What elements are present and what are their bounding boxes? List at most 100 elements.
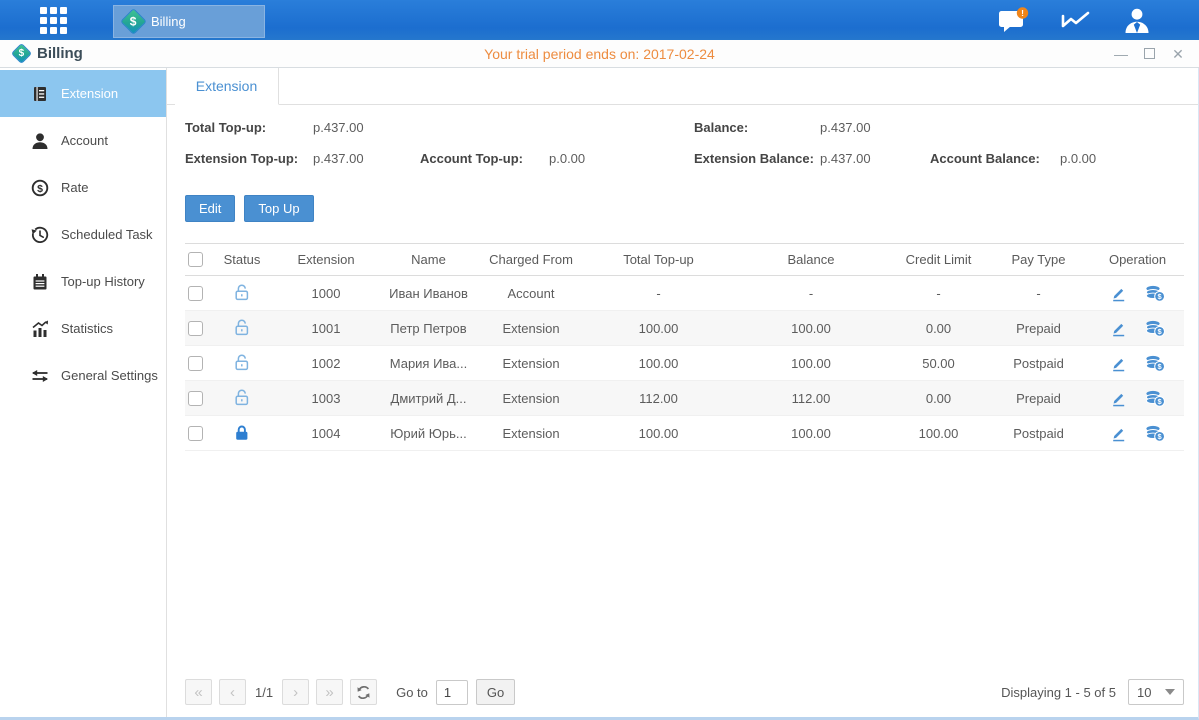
edit-row-button[interactable] — [1110, 390, 1127, 407]
total-topup-cell: 100.00 — [586, 321, 731, 336]
last-page-button[interactable]: » — [316, 679, 343, 705]
row-checkbox[interactable] — [188, 286, 203, 301]
sidebar-item-extension[interactable]: Extension — [0, 70, 166, 117]
user-account-icon[interactable] — [1123, 7, 1151, 34]
billing-title-diamond-icon: $ — [11, 43, 32, 64]
edit-row-button[interactable] — [1110, 320, 1127, 337]
tab-extension[interactable]: Extension — [175, 68, 279, 105]
billing-dollar-diamond-icon: $ — [120, 8, 147, 35]
history-clock-icon — [30, 225, 49, 244]
total-topup-label: Total Top-up: — [185, 120, 266, 135]
close-button[interactable]: ✕ — [1171, 47, 1185, 61]
sidebar-item-label: Top-up History — [61, 274, 145, 289]
charged-from-cell: Account — [476, 286, 586, 301]
row-checkbox[interactable] — [188, 356, 203, 371]
column-total-topup: Total Top-up — [586, 252, 731, 267]
extensions-table: Status Extension Name Charged From Total… — [185, 243, 1184, 451]
edit-button[interactable]: Edit — [185, 195, 235, 222]
billing-app-window: $ Billing ! — [0, 0, 1199, 720]
ledger-icon — [30, 84, 49, 103]
go-button[interactable]: Go — [476, 679, 515, 705]
maximize-button[interactable] — [1144, 48, 1155, 59]
first-page-button[interactable]: « — [185, 679, 212, 705]
table-row[interactable]: 1004 Юрий Юрь... Extension 100.00 100.00… — [185, 416, 1184, 451]
sidebar-item-account[interactable]: Account — [0, 117, 166, 164]
row-checkbox[interactable] — [188, 391, 203, 406]
charged-from-cell: Extension — [476, 356, 586, 371]
resource-monitor-chart-icon[interactable] — [1061, 8, 1091, 32]
status-cell — [213, 424, 271, 442]
credit-limit-cell: - — [891, 286, 986, 301]
main-content: Extension Total Top-up: p.437.00 Balance… — [167, 68, 1198, 717]
refresh-button[interactable] — [350, 679, 377, 705]
lock-open-icon — [234, 354, 250, 372]
table-row[interactable]: 1003 Дмитрий Д... Extension 112.00 112.0… — [185, 381, 1184, 416]
sidebar-item-rate[interactable]: $ Rate — [0, 164, 166, 211]
table-body: 1000 Иван Иванов Account - - - - $ — [185, 276, 1184, 451]
pencil-icon — [1110, 320, 1127, 337]
account-balance-label: Account Balance: — [930, 151, 1040, 166]
balance-cell: 100.00 — [731, 321, 891, 336]
credit-limit-cell: 100.00 — [891, 426, 986, 441]
sidebar-item-general-settings[interactable]: General Settings — [0, 352, 166, 399]
account-balance-value: p.0.00 — [1060, 151, 1096, 166]
lock-open-icon — [234, 284, 250, 302]
billing-summary: Total Top-up: p.437.00 Balance: p.437.00… — [185, 117, 1184, 183]
dollar-circle-icon: $ — [30, 178, 49, 197]
prev-page-button[interactable]: ‹ — [219, 679, 246, 705]
next-page-button[interactable]: › — [282, 679, 309, 705]
row-checkbox[interactable] — [188, 426, 203, 441]
row-checkbox[interactable] — [188, 321, 203, 336]
edit-row-button[interactable] — [1110, 355, 1127, 372]
balance-value: p.437.00 — [820, 120, 871, 135]
column-extension: Extension — [271, 252, 381, 267]
top-up-row-button[interactable]: $ — [1145, 320, 1165, 337]
coins-icon: $ — [1145, 355, 1165, 372]
pencil-icon — [1110, 390, 1127, 407]
pay-type-cell: Postpaid — [986, 356, 1091, 371]
sidebar-item-topup-history[interactable]: Top-up History — [0, 258, 166, 305]
account-topup-value: p.0.00 — [549, 151, 585, 166]
goto-page-input[interactable] — [436, 680, 468, 705]
balance-cell: 100.00 — [731, 356, 891, 371]
table-row[interactable]: 1001 Петр Петров Extension 100.00 100.00… — [185, 311, 1184, 346]
top-up-button[interactable]: Top Up — [244, 195, 313, 222]
sidebar-item-scheduled-task[interactable]: Scheduled Task — [0, 211, 166, 258]
extension-cell: 1004 — [271, 426, 381, 441]
edit-row-button[interactable] — [1110, 425, 1127, 442]
sidebar-item-statistics[interactable]: Statistics — [0, 305, 166, 352]
minimize-button[interactable]: — — [1114, 47, 1128, 61]
extension-topup-label: Extension Top-up: — [185, 151, 298, 166]
taskbar: $ Billing ! — [0, 0, 1199, 40]
top-up-row-button[interactable]: $ — [1145, 355, 1165, 372]
top-up-row-button[interactable]: $ — [1145, 390, 1165, 407]
column-name: Name — [381, 252, 476, 267]
taskbar-tab-billing[interactable]: $ Billing — [113, 5, 265, 38]
table-header: Status Extension Name Charged From Total… — [185, 243, 1184, 276]
svg-text:!: ! — [1021, 8, 1024, 18]
page-size-select[interactable]: 10 — [1128, 679, 1184, 705]
coins-icon: $ — [1145, 425, 1165, 442]
pagination-bar: « ‹ 1/1 › » Go to Go Displaying — [185, 671, 1184, 717]
notepad-icon — [30, 272, 49, 291]
table-row[interactable]: 1000 Иван Иванов Account - - - - $ — [185, 276, 1184, 311]
edit-row-button[interactable] — [1110, 285, 1127, 302]
top-up-row-button[interactable]: $ — [1145, 425, 1165, 442]
credit-limit-cell: 0.00 — [891, 391, 986, 406]
status-cell — [213, 284, 271, 302]
select-all-checkbox[interactable] — [188, 252, 203, 267]
table-row[interactable]: 1002 Мария Ива... Extension 100.00 100.0… — [185, 346, 1184, 381]
name-cell: Иван Иванов — [381, 286, 476, 301]
page-size-value: 10 — [1137, 685, 1151, 700]
notifications-chat-icon[interactable]: ! — [998, 7, 1029, 34]
pencil-icon — [1110, 285, 1127, 302]
balance-cell: 112.00 — [731, 391, 891, 406]
app-launcher-grid-icon[interactable] — [40, 7, 67, 34]
top-up-row-button[interactable]: $ — [1145, 285, 1165, 302]
column-status: Status — [213, 252, 271, 267]
status-cell — [213, 354, 271, 372]
pay-type-cell: Prepaid — [986, 391, 1091, 406]
column-credit-limit: Credit Limit — [891, 252, 986, 267]
charged-from-cell: Extension — [476, 321, 586, 336]
total-topup-cell: 100.00 — [586, 426, 731, 441]
